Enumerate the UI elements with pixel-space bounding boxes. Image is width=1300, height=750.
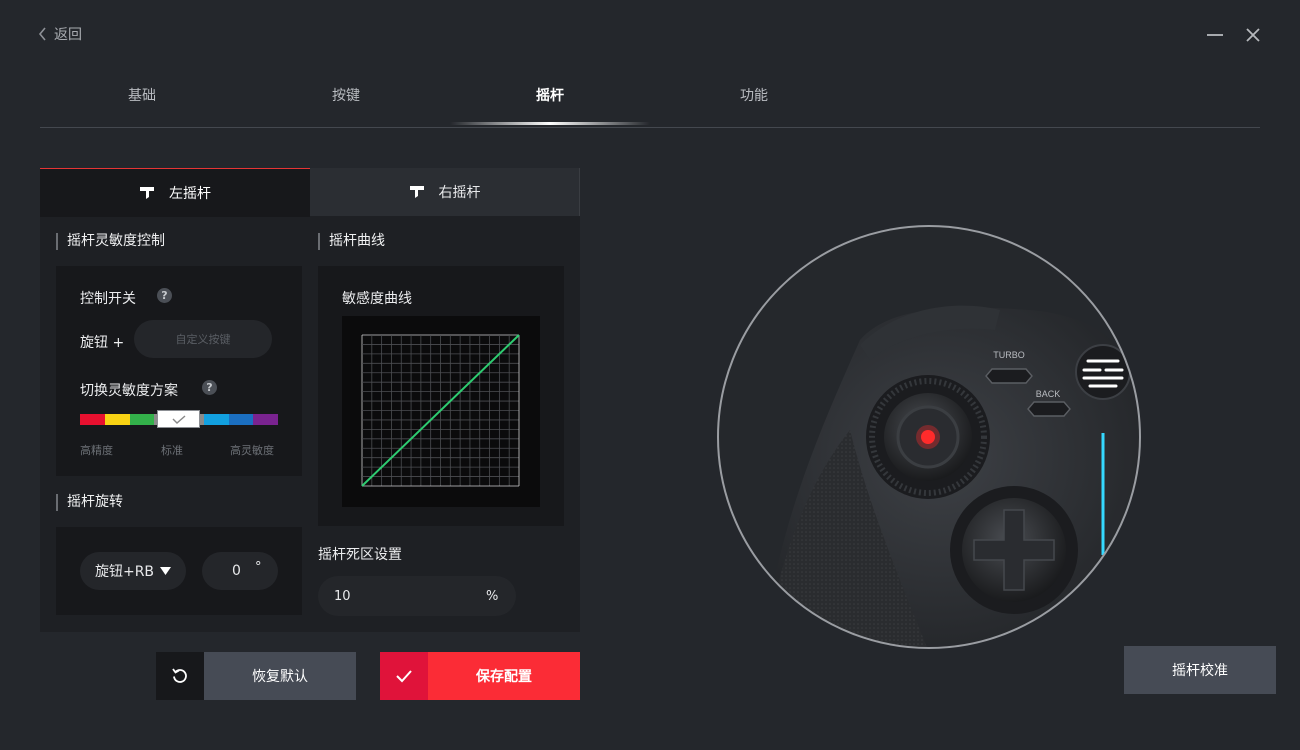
tab-basic[interactable]: 基础 [128, 85, 156, 105]
tab-stick[interactable]: 摇杆 [536, 85, 564, 105]
tab-keys[interactable]: 按键 [332, 85, 360, 105]
chevron-left-icon [38, 27, 46, 41]
sensitivity-segment[interactable] [228, 414, 254, 425]
save-icon-box [380, 652, 428, 700]
sensitivity-curve-graph[interactable] [342, 316, 540, 507]
sensitivity-segment[interactable] [104, 414, 130, 425]
save-config-button[interactable]: 保存配置 [380, 652, 580, 700]
sensitivity-slider-handle[interactable] [157, 410, 200, 428]
restore-default-button[interactable]: 恢复默认 [156, 652, 356, 700]
tabs-divider [40, 127, 1260, 128]
sensitivity-segment[interactable] [129, 414, 155, 425]
switch-scheme-label: 切换灵敏度方案 [80, 383, 178, 399]
control-switch-help-icon[interactable]: ? [157, 288, 172, 303]
tab-left-stick[interactable]: 左摇杆 [40, 168, 310, 217]
deadzone-unit: % [486, 589, 499, 604]
switch-scheme-help-icon[interactable]: ? [202, 380, 217, 395]
undo-icon [172, 668, 187, 683]
save-config-label: 保存配置 [428, 652, 580, 700]
sensitivity-section-title: 摇杆灵敏度控制 [56, 233, 165, 250]
control-switch-label: 控制开关 [80, 291, 136, 307]
back-controller-button [1027, 401, 1071, 417]
check-icon [396, 670, 412, 683]
restore-default-label: 恢复默认 [204, 652, 356, 700]
deadzone-value: 10 [334, 589, 351, 604]
curve-chart-title: 敏感度曲线 [342, 291, 412, 307]
minimize-icon[interactable] [1206, 24, 1224, 46]
scale-label-standard: 标准 [161, 444, 183, 457]
rotation-angle-unit: ° [255, 560, 262, 575]
left-stick-icon [140, 187, 154, 199]
back-button-label: BACK [1036, 389, 1061, 399]
tab-function[interactable]: 功能 [740, 85, 768, 105]
scale-label-precision: 高精度 [80, 444, 113, 457]
custom-key-input[interactable] [134, 320, 272, 358]
stick-dot [921, 430, 935, 444]
right-stick-icon [409, 186, 424, 198]
close-icon[interactable] [1244, 25, 1262, 45]
sensitivity-segment[interactable] [203, 414, 229, 425]
turbo-button [985, 368, 1033, 384]
scale-label-high: 高灵敏度 [230, 444, 274, 457]
left-stick-label: 左摇杆 [169, 186, 211, 202]
reset-icon-box [156, 652, 204, 700]
curve-chart-area[interactable] [342, 316, 540, 507]
sensitivity-segment[interactable] [253, 414, 278, 425]
check-icon [172, 414, 185, 424]
active-tab-indicator [450, 122, 650, 125]
right-stick-label: 右摇杆 [438, 185, 481, 201]
turbo-label: TURBO [993, 350, 1025, 360]
tab-right-stick[interactable]: 右摇杆 [310, 168, 580, 216]
deadzone-title: 摇杆死区设置 [318, 547, 402, 563]
rotation-angle-value: 0 [232, 563, 241, 579]
sensitivity-segment[interactable] [80, 414, 105, 425]
curve-section-title: 摇杆曲线 [318, 233, 385, 250]
caret-down-icon [160, 567, 172, 575]
knob-label: 旋钮 + [80, 335, 125, 351]
back-button[interactable]: 返回 [38, 24, 82, 44]
rotation-mode-value: 旋钮+RB [94, 564, 155, 580]
back-label: 返回 [54, 27, 82, 43]
controller-image: TURBO BACK [717, 225, 1141, 649]
rotation-mode-select[interactable]: 旋钮+RB [80, 552, 186, 590]
rotation-section-title: 摇杆旋转 [56, 494, 123, 511]
